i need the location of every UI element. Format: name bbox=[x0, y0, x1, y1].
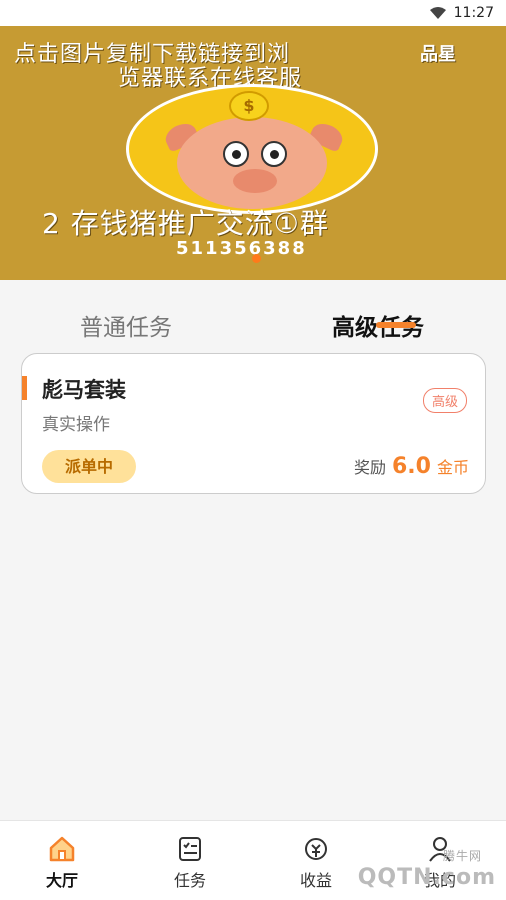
nav-earnings-label: 收益 bbox=[299, 871, 332, 890]
nav-earnings[interactable]: 收益 bbox=[276, 835, 356, 891]
reward-label: 奖励 bbox=[353, 458, 386, 477]
nav-tasks-label: 任务 bbox=[173, 871, 206, 890]
banner-logo: 品星 bbox=[420, 44, 456, 65]
active-tab-indicator bbox=[376, 322, 416, 328]
task-card[interactable]: 彪马套装 真实操作 高级 派单中 奖励 6.0 金币 bbox=[21, 353, 486, 494]
status-time: 11:27 bbox=[453, 5, 494, 21]
task-subtitle: 真实操作 bbox=[42, 415, 110, 435]
task-level-badge: 高级 bbox=[422, 388, 467, 413]
reward-value: 6.0 bbox=[392, 454, 431, 479]
task-reward: 奖励 6.0 金币 bbox=[354, 454, 469, 479]
nav-tasks[interactable]: 任务 bbox=[150, 835, 230, 891]
banner-group-text: 2 存钱猪推广交流①群 bbox=[42, 207, 329, 240]
watermark-main: QQTN.com bbox=[357, 865, 496, 890]
home-icon bbox=[49, 836, 75, 862]
coin-icon: $ bbox=[229, 91, 269, 121]
status-bar: 11:27 bbox=[0, 0, 506, 26]
reward-unit: 金币 bbox=[436, 458, 469, 477]
task-status-button[interactable]: 派单中 bbox=[42, 450, 136, 483]
card-accent-bar bbox=[22, 376, 27, 400]
task-title: 彪马套装 bbox=[42, 378, 126, 402]
nav-lobby-label: 大厅 bbox=[45, 871, 78, 890]
nav-lobby[interactable]: 大厅 bbox=[22, 835, 102, 891]
piggy-bank-image: $ bbox=[126, 84, 378, 214]
task-list-icon bbox=[179, 837, 201, 861]
promo-banner[interactable]: 点击图片复制下载链接到浏 览器联系在线客服 品星 $ 2 存钱猪推广交流①群 5… bbox=[0, 26, 506, 280]
tab-normal-tasks[interactable]: 普通任务 bbox=[80, 308, 172, 342]
watermark: 腾牛网 QQTN.com bbox=[357, 849, 496, 890]
task-tabs: 普通任务 高级任务 bbox=[0, 298, 506, 352]
carousel-indicator bbox=[252, 254, 261, 263]
banner-number: 511356388 bbox=[176, 238, 307, 259]
earnings-icon bbox=[305, 838, 327, 860]
watermark-sub: 腾牛网 bbox=[442, 849, 482, 863]
wifi-icon bbox=[429, 7, 446, 19]
